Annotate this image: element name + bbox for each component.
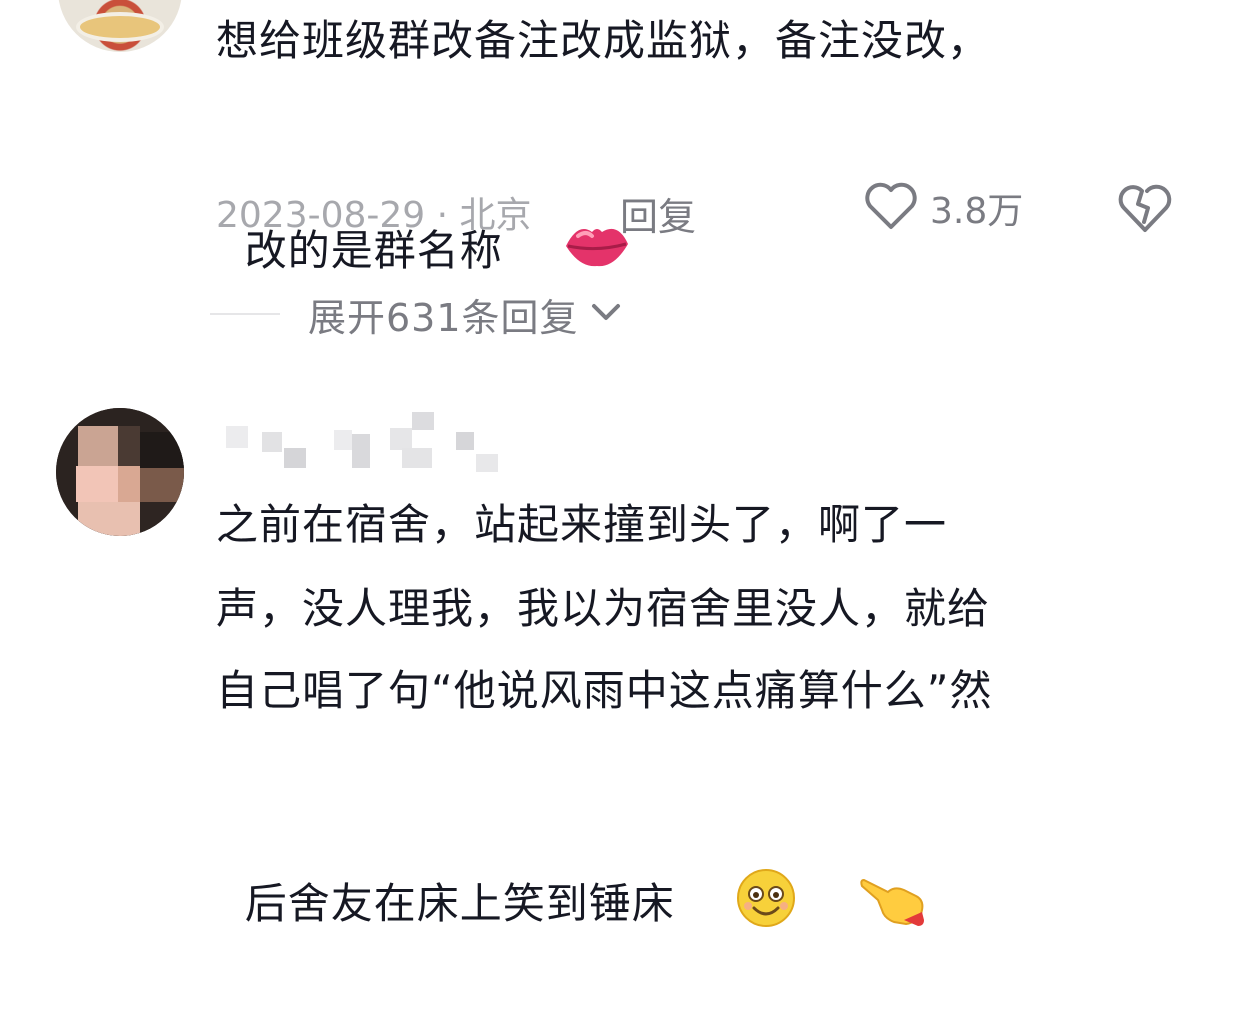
expand-replies-button[interactable]: 展开631条回复	[210, 288, 623, 340]
avatar[interactable]	[56, 408, 184, 536]
comment-text-line: 之前在宿舍，站起来撞到头了，啊了一	[216, 500, 948, 549]
comment-meta: 2023-08-29 · 北京 回复 3.8万	[216, 180, 1206, 239]
divider	[210, 313, 280, 315]
comment-text-line: 想给班级群改备注改成监狱，备注没改，	[216, 16, 991, 65]
like-count: 3.8万	[930, 191, 1024, 232]
expand-replies-label: 展开631条回复	[308, 295, 579, 340]
pointing-hand-emoji	[800, 804, 929, 1009]
comment-date-location: 2023-08-29 · 北京	[216, 195, 532, 236]
username-mosaic	[226, 412, 506, 474]
heart-icon	[862, 181, 920, 235]
chevron-down-icon	[589, 299, 623, 329]
like-button[interactable]: 3.8万	[862, 180, 1023, 236]
comment-text-line: 后舍友在床上笑到锤床	[216, 742, 930, 1009]
reply-button[interactable]: 回复	[620, 186, 696, 241]
comment-text-line: 声，没人理我，我以为宿舍里没人，就给	[216, 584, 991, 633]
smiling-face-emoji	[677, 804, 798, 1009]
broken-heart-icon[interactable]	[1116, 182, 1174, 238]
avatar[interactable]	[58, 0, 182, 52]
comment-text-line: 自己唱了句“他说风雨中这点痛算什么”然	[216, 666, 993, 715]
